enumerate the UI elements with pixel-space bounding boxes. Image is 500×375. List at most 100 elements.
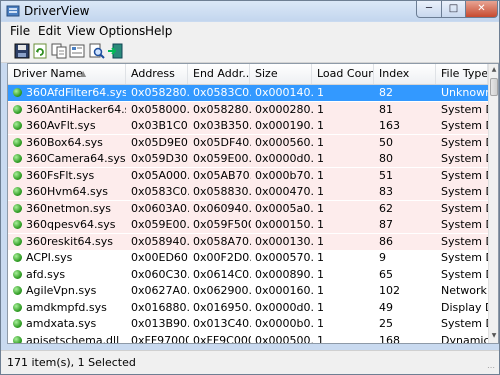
resize-grip-icon[interactable]: ⋯: [487, 363, 497, 373]
cell-end: 0x0614C0...: [193, 267, 251, 281]
cell-address: 0x058940...: [131, 234, 189, 248]
driver-status-icon: [13, 286, 22, 295]
table-row[interactable]: 360qpesv64.sys 0x059E00... 0x059F5000 0x000…: [8, 217, 488, 233]
cell-address: 0x013B90...: [131, 317, 189, 330]
cell-end: 0x060940...: [193, 201, 251, 215]
find-icon[interactable]: [89, 43, 105, 59]
cell-address: 0x060C30...: [131, 267, 189, 281]
driver-status-icon: [13, 302, 22, 312]
cell-load: 1: [317, 333, 324, 344]
cell-address: 0xFF970000: [131, 333, 189, 344]
table-row[interactable]: amdxata.sys 0x013B90... 0x013C40... 0x0000b…: [8, 316, 488, 332]
cell-address: 0x059D30...: [131, 152, 189, 165]
scroll-up-icon[interactable]: ▲: [489, 64, 498, 76]
cell-size: 0x000150...: [255, 218, 313, 231]
cell-type: System D: [441, 168, 488, 182]
cell-size: 0x0000d0...: [255, 300, 313, 314]
cell-end: 0x058830...: [193, 185, 251, 198]
table-row[interactable]: 360AfdFilter64.sys 0x058280... 0x0583C0...…: [8, 85, 488, 101]
cell-size: 0x000470...: [255, 185, 313, 198]
table-row[interactable]: 360Camera64.sys 0x059D30... 0x059E00... 0x0…: [8, 151, 488, 167]
col-index[interactable]: Index: [374, 64, 436, 84]
scroll-down-icon[interactable]: ▼: [489, 330, 498, 342]
col-address[interactable]: Address: [126, 64, 188, 84]
table-row[interactable]: 360Box64.sys 0x05D9E0... 0x05DF40... 0x0005…: [8, 134, 488, 151]
col-size[interactable]: Size: [250, 64, 312, 84]
cell-type: System D: [441, 152, 488, 165]
copy-icon[interactable]: [51, 43, 67, 59]
cell-end: 0x013C40...: [193, 317, 251, 330]
window-title: DriverView: [24, 4, 90, 18]
cell-index: 168: [379, 333, 400, 344]
save-icon[interactable]: [14, 43, 30, 59]
cell-name: 360AntiHacker64.sys: [26, 102, 126, 116]
cell-index: 83: [379, 185, 393, 198]
menu-help[interactable]: Help: [145, 24, 172, 38]
cell-index: 50: [379, 135, 393, 149]
col-load-count[interactable]: Load Count: [312, 64, 374, 84]
maximize-icon: □: [448, 3, 459, 14]
col-file-type[interactable]: File Type: [436, 64, 488, 84]
driver-status-icon: [13, 170, 22, 180]
driver-status-icon: [13, 319, 22, 328]
cell-index: 80: [379, 152, 393, 165]
table-row[interactable]: 360netmon.sys 0x0603A0... 0x060940... 0x000…: [8, 200, 488, 217]
table-row[interactable]: apisetschema.dll 0xFF970000 0xFF9C0000 0x00…: [8, 333, 488, 344]
table-row[interactable]: ACPI.sys 0x00ED60... 0x00F2D0... 0x000570..…: [8, 250, 488, 266]
cell-size: 0x000b70...: [255, 168, 313, 182]
table-row[interactable]: 360Hvm64.sys 0x0583C0... 0x058830... 0x0004…: [8, 184, 488, 200]
table-row[interactable]: amdkmpfd.sys 0x016880... 0x016950... 0x0000…: [8, 300, 488, 316]
cell-end: 0x05AB70...: [193, 168, 251, 182]
table-row[interactable]: 360reskit64.sys 0x058940... 0x058A70... 0x0…: [8, 233, 488, 250]
table-row[interactable]: 360AvFlt.sys 0x03B1C0... 0x03B350... 0x0001…: [8, 118, 488, 134]
table-row[interactable]: AgileVpn.sys 0x0627A0... 0x062900... 0x0001…: [8, 283, 488, 299]
cell-address: 0x05D9E0...: [131, 135, 189, 149]
driver-status-icon: [13, 88, 22, 97]
title-bar[interactable]: DriverView ─ □ ✕: [1, 1, 499, 21]
scroll-thumb[interactable]: [490, 78, 498, 96]
cell-type: System D: [441, 201, 488, 215]
cell-load: 1: [317, 168, 324, 182]
cell-type: System D: [441, 317, 488, 330]
cell-index: 51: [379, 168, 393, 182]
cell-load: 1: [317, 300, 324, 314]
vertical-scrollbar[interactable]: ▲ ▼: [488, 64, 498, 343]
cell-index: 62: [379, 201, 393, 215]
cell-index: 65: [379, 267, 393, 281]
cell-address: 0x03B1C0...: [131, 119, 189, 132]
cell-index: 25: [379, 317, 393, 330]
exit-icon[interactable]: [107, 43, 123, 59]
properties-icon[interactable]: [69, 43, 85, 59]
minimize-button[interactable]: ─: [416, 1, 442, 18]
driver-status-icon: [13, 104, 22, 114]
cell-type: System D: [441, 218, 488, 231]
menu-edit[interactable]: Edit: [38, 24, 61, 38]
menu-options[interactable]: Options: [99, 24, 145, 38]
cell-index: 86: [379, 234, 393, 248]
driver-status-icon: [13, 335, 22, 343]
cell-size: 0x000190...: [255, 119, 313, 132]
cell-name: 360FsFlt.sys: [26, 168, 95, 182]
cell-size: 0x000280...: [255, 102, 313, 116]
refresh-icon[interactable]: [32, 43, 48, 59]
cell-load: 1: [317, 284, 324, 297]
cell-end: 0x058A70...: [193, 234, 251, 248]
table-row[interactable]: 360FsFlt.sys 0x05A000... 0x05AB70... 0x000b…: [8, 167, 488, 184]
cell-name: 360reskit64.sys: [26, 234, 113, 248]
col-driver-name[interactable]: Driver Name ▲: [8, 64, 126, 84]
cell-type: System D: [441, 102, 488, 116]
table-row[interactable]: afd.sys 0x060C30... 0x0614C0... 0x000890...…: [8, 267, 488, 283]
cell-load: 1: [317, 201, 324, 215]
col-end-address[interactable]: End Addr...: [188, 64, 250, 84]
maximize-button[interactable]: □: [441, 1, 466, 18]
menu-view[interactable]: View: [67, 24, 95, 38]
close-button[interactable]: ✕: [465, 1, 498, 18]
cell-load: 1: [317, 267, 324, 281]
table-row[interactable]: 360AntiHacker64.sys 0x058000... 0x058280..…: [8, 101, 488, 118]
cell-type: System D: [441, 251, 488, 264]
cell-load: 1: [317, 102, 324, 116]
driver-list[interactable]: Driver Name ▲ Address End Addr... Size L…: [7, 63, 499, 344]
menu-file[interactable]: File: [10, 24, 30, 38]
minimize-icon: ─: [425, 3, 433, 14]
driverview-window: DriverView ─ □ ✕ File Edit View Options …: [0, 0, 500, 375]
